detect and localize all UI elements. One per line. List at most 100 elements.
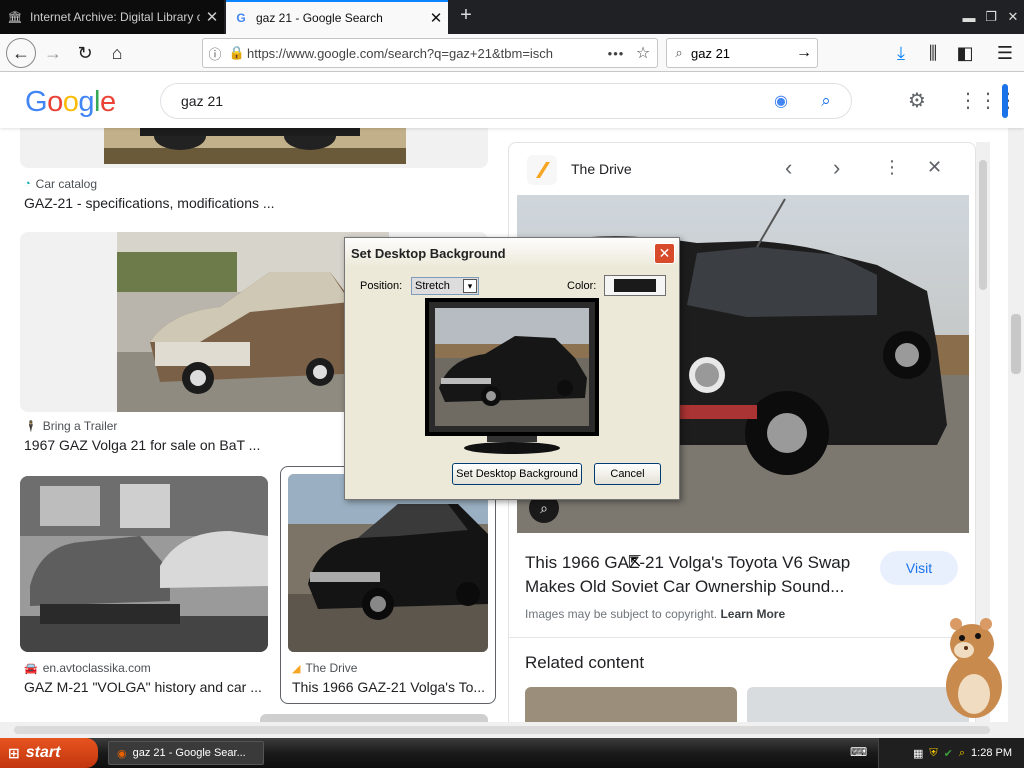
- update-icon[interactable]: ✔: [944, 747, 953, 760]
- settings-gear-icon[interactable]: ⚙: [908, 88, 926, 113]
- library-icon[interactable]: ⫼: [918, 38, 948, 68]
- keyboard-icon[interactable]: ⌨: [850, 745, 867, 759]
- apps-grid-icon[interactable]: ⋮⋮⋮: [958, 88, 1018, 113]
- tab-google-search[interactable]: G gaz 21 - Google Search ✕: [226, 0, 448, 34]
- reload-button[interactable]: ↻: [70, 38, 100, 68]
- panel-source[interactable]: The Drive: [571, 161, 632, 177]
- result-title[interactable]: GAZ M-21 "VOLGA" history and car ...: [24, 679, 274, 695]
- browser-search-value[interactable]: gaz 21: [691, 46, 791, 61]
- result-source[interactable]: 🚘 en.avtoclassika.com: [24, 661, 151, 675]
- google-search-box[interactable]: gaz 21 ◉ ⌕: [160, 83, 852, 119]
- url-bar[interactable]: ⓘ 🔒 https://www.google.com/search?q=gaz+…: [202, 38, 658, 68]
- restore-icon[interactable]: ❐: [980, 0, 1002, 34]
- mouse-cursor-icon: ⇱: [628, 554, 642, 571]
- search-icon: ⌕: [675, 45, 683, 60]
- downloads-icon[interactable]: ⤓: [886, 38, 916, 68]
- position-label: Position:: [360, 280, 403, 292]
- system-tray: ▦ ⛨ ✔ ⌕ 1:28 PM: [878, 738, 1024, 768]
- lens-camera-icon[interactable]: ◉: [761, 91, 801, 111]
- position-value: Stretch: [415, 280, 450, 292]
- set-desktop-background-dialog: Set Desktop Background ✕ Position: Stret…: [344, 237, 680, 500]
- close-panel-icon[interactable]: ✕: [927, 157, 942, 178]
- tab-internet-archive[interactable]: 🏛 Internet Archive: Digital Library of ✕: [0, 0, 224, 34]
- next-icon[interactable]: ›: [833, 155, 840, 181]
- result-title[interactable]: GAZ-21 - specifications, modifications .…: [24, 195, 484, 211]
- dialog-close-icon[interactable]: ✕: [654, 243, 675, 264]
- car-thumbnail: [20, 476, 268, 652]
- panel-scrollbar-thumb[interactable]: [979, 160, 987, 290]
- divider: [509, 637, 975, 638]
- page-actions-icon[interactable]: •••: [603, 46, 629, 61]
- learn-more-link[interactable]: Learn More: [720, 607, 785, 621]
- sidebar-icon[interactable]: ◧: [950, 38, 980, 68]
- network-icon[interactable]: ▦: [913, 747, 923, 760]
- tab-label: Internet Archive: Digital Library of: [30, 10, 200, 24]
- search-icon[interactable]: ⌕: [801, 91, 851, 111]
- related-content-heading: Related content: [525, 653, 645, 672]
- new-tab-button[interactable]: +: [454, 4, 478, 27]
- bookmark-star-icon[interactable]: ☆: [629, 43, 657, 63]
- search-query[interactable]: gaz 21: [181, 93, 761, 109]
- close-tab-icon[interactable]: ✕: [424, 9, 448, 27]
- tab-strip: 🏛 Internet Archive: Digital Library of ✕…: [0, 0, 1024, 34]
- page-scrollbar[interactable]: [1008, 128, 1024, 722]
- set-desktop-background-button[interactable]: Set Desktop Background: [452, 463, 582, 485]
- horizontal-scrollbar-thumb[interactable]: [14, 726, 990, 734]
- color-swatch: [614, 279, 656, 292]
- site-favicon-icon: 🚘: [24, 662, 38, 675]
- back-button[interactable]: ←: [6, 38, 36, 68]
- car-thumbnail: [288, 474, 488, 652]
- chevron-down-icon[interactable]: ▾: [463, 279, 477, 293]
- result-title[interactable]: 1967 GAZ Volga 21 for sale on BaT ...: [24, 437, 288, 453]
- forward-button[interactable]: →: [38, 38, 68, 68]
- window-close-icon[interactable]: ✕: [1002, 0, 1024, 34]
- more-options-icon[interactable]: ⋮: [883, 157, 901, 178]
- previous-icon[interactable]: ‹: [785, 155, 792, 181]
- minimize-icon[interactable]: ▬: [958, 0, 980, 34]
- search-go-icon[interactable]: →: [791, 44, 817, 62]
- result-card[interactable]: [260, 714, 488, 722]
- taskbar: ⊞ start ◉ gaz 21 - Google Sear... ⌨ ▦ ⛨ …: [0, 738, 1024, 768]
- color-label: Color:: [567, 280, 597, 292]
- dialog-title: Set Desktop Background: [345, 238, 679, 268]
- cancel-button[interactable]: Cancel: [594, 463, 661, 485]
- horizontal-scrollbar[interactable]: [0, 722, 1024, 738]
- result-card[interactable]: [20, 476, 268, 652]
- position-select[interactable]: Stretch ▾: [411, 277, 479, 295]
- copyright-note: Images may be subject to copyright. Lear…: [525, 607, 786, 621]
- visit-button[interactable]: Visit: [880, 551, 958, 585]
- color-picker-button[interactable]: [604, 275, 666, 296]
- clock[interactable]: 1:28 PM: [971, 747, 1012, 759]
- result-source[interactable]: 🕴 Bring a Trailer: [24, 419, 117, 433]
- result-source[interactable]: ◢ The Drive: [292, 661, 357, 675]
- home-button[interactable]: ⌂: [102, 38, 132, 68]
- sign-in-edge[interactable]: [1002, 84, 1008, 118]
- taskbar-item-firefox[interactable]: ◉ gaz 21 - Google Sear...: [108, 741, 264, 765]
- hamster-mascot[interactable]: [936, 616, 1008, 720]
- monitor-icon: [425, 298, 599, 454]
- security-shield-icon[interactable]: ⛨: [929, 747, 937, 760]
- url-text[interactable]: https://www.google.com/search?q=gaz+21&t…: [247, 46, 603, 61]
- result-title[interactable]: This 1966 GAZ-21 Volga's To...: [292, 679, 488, 695]
- page-scrollbar-thumb[interactable]: [1011, 314, 1021, 374]
- result-card[interactable]: [20, 128, 488, 168]
- nav-bar: ← → ↻ ⌂ ⓘ 🔒 https://www.google.com/searc…: [0, 34, 1024, 72]
- menu-icon[interactable]: ☰: [990, 38, 1020, 68]
- close-tab-icon[interactable]: ✕: [200, 8, 224, 26]
- monitor-preview: [425, 298, 599, 454]
- panel-title[interactable]: This 1966 GAZ-21 Volga's Toyota V6 Swap …: [525, 551, 875, 599]
- car-thumbnail: [104, 128, 406, 164]
- google-icon: G: [236, 11, 246, 25]
- archive-icon: 🏛: [7, 10, 23, 24]
- start-button[interactable]: ⊞ start: [0, 738, 98, 768]
- site-favicon-icon: ◢: [292, 662, 301, 675]
- info-icon[interactable]: ⓘ: [203, 44, 227, 63]
- result-card[interactable]: [288, 474, 488, 652]
- search-tray-icon[interactable]: ⌕: [959, 747, 965, 760]
- result-source[interactable]: ◔ Car catalog: [24, 177, 97, 191]
- google-logo[interactable]: Google: [25, 86, 116, 119]
- browser-search-box[interactable]: ⌕ gaz 21 →: [666, 38, 818, 68]
- hamster-image: [946, 618, 1002, 718]
- google-header: Google gaz 21 ◉ ⌕ ⚙ ⋮⋮⋮: [0, 72, 1024, 128]
- site-favicon-icon: ◔: [24, 178, 31, 190]
